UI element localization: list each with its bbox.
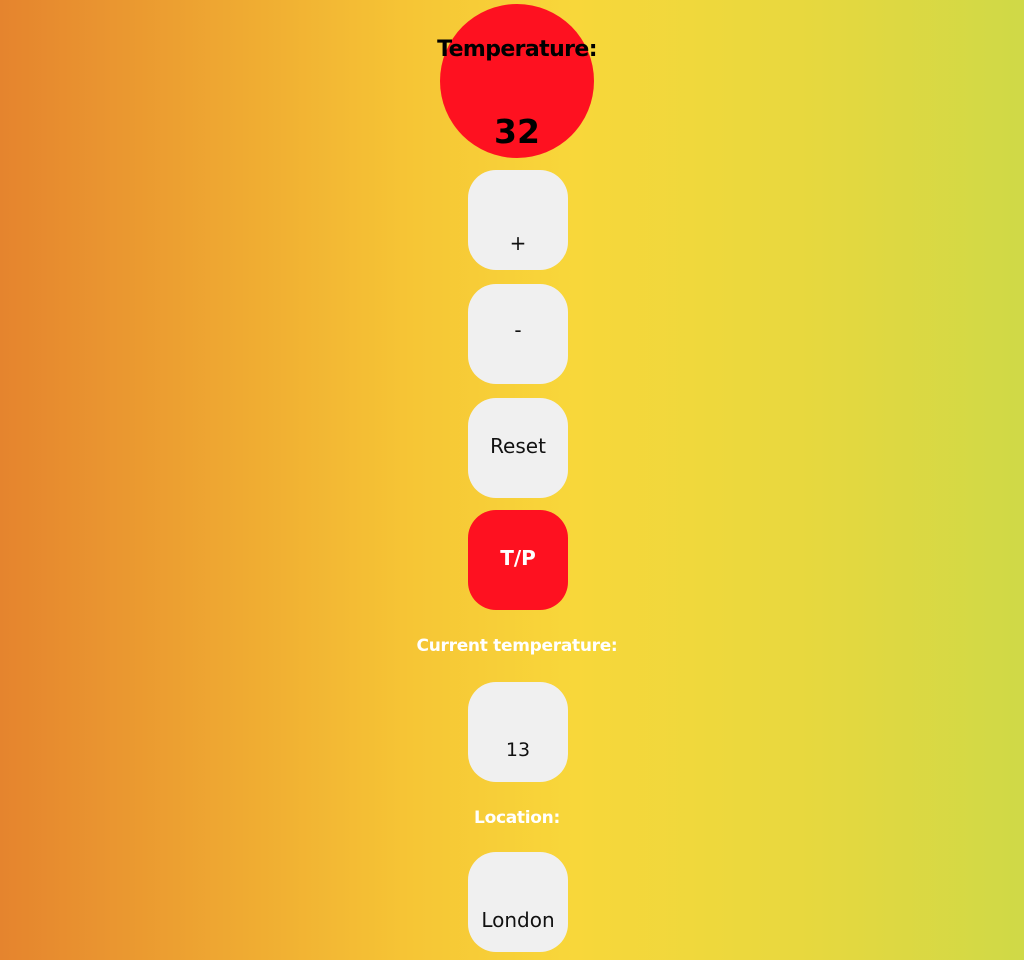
current-temperature-value-box: 13: [468, 682, 568, 782]
location-value-box: London: [468, 852, 568, 952]
decrease-button[interactable]: -: [468, 284, 568, 384]
increase-label: +: [509, 231, 527, 255]
reset-button[interactable]: Reset: [468, 398, 568, 498]
reset-label: Reset: [490, 434, 546, 458]
temperature-title: Temperature:: [437, 37, 597, 62]
toggle-button[interactable]: T/P: [468, 510, 568, 610]
current-temperature-value: 13: [505, 739, 531, 761]
location-value: London: [481, 908, 555, 932]
temperature-value: 32: [494, 112, 540, 151]
increase-button[interactable]: +: [468, 170, 568, 270]
decrease-label: -: [514, 318, 522, 342]
location-label: Location:: [474, 808, 560, 828]
toggle-label: T/P: [500, 546, 536, 570]
current-temperature-label: Current temperature:: [416, 636, 618, 656]
